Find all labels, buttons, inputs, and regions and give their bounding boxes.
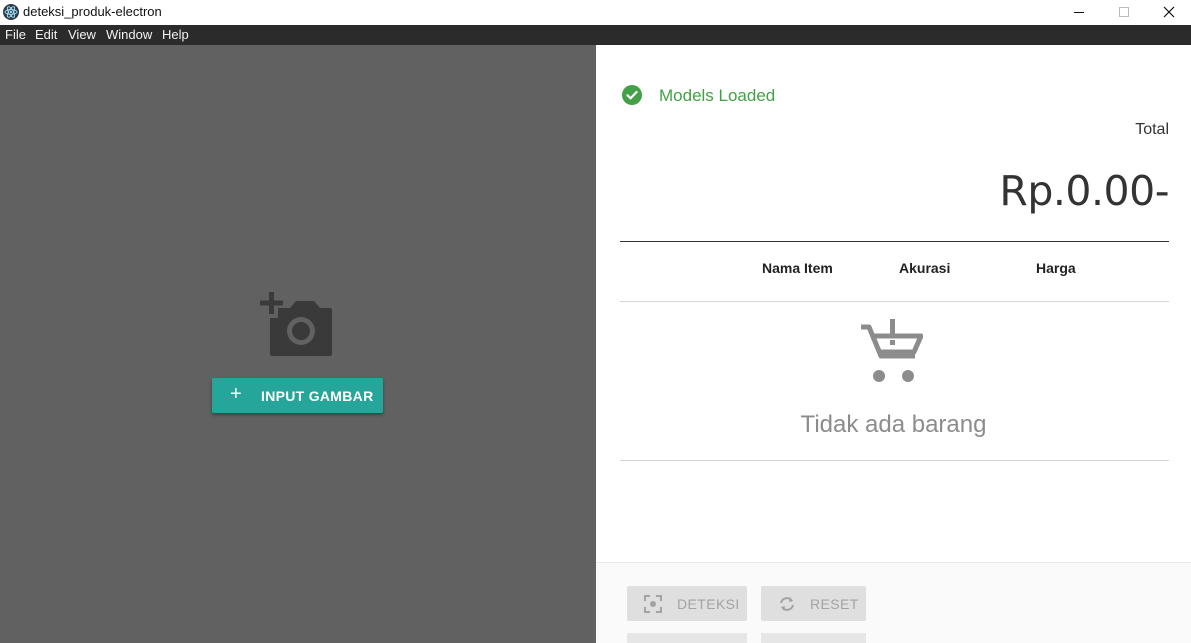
input-gambar-label: INPUT GAMBAR	[261, 388, 374, 404]
minimize-icon	[1074, 12, 1084, 13]
title-bar: deteksi_produk-electron	[0, 0, 1191, 25]
deteksi-label: DETEKSI	[677, 596, 740, 612]
plus-icon: +	[230, 383, 242, 405]
empty-cart-text: Tidak ada barang	[800, 411, 987, 438]
close-button[interactable]	[1146, 0, 1191, 25]
column-header-akurasi: Akurasi	[899, 260, 951, 276]
check-circle-icon	[622, 85, 642, 105]
action-bar: DETEKSI RESET	[596, 563, 1191, 643]
menu-file[interactable]: File	[5, 27, 26, 42]
total-value: Rp.0.00-	[999, 167, 1169, 215]
add-photo-icon	[260, 292, 332, 356]
total-label: Total	[1135, 121, 1169, 138]
column-header-harga: Harga	[1036, 260, 1076, 276]
extra-button-partial[interactable]	[761, 633, 866, 643]
close-icon	[1163, 6, 1175, 18]
result-pane: Models Loaded Total Rp.0.00- Nama Item A…	[596, 45, 1191, 643]
menu-view[interactable]: View	[68, 27, 96, 42]
electron-app-icon	[3, 4, 19, 20]
refresh-icon	[780, 597, 794, 611]
menu-edit[interactable]: Edit	[35, 27, 57, 42]
reset-button[interactable]: RESET	[761, 586, 866, 621]
extra-button-partial[interactable]	[627, 633, 747, 643]
input-gambar-button[interactable]: + INPUT GAMBAR	[212, 378, 383, 413]
column-header-nama-item: Nama Item	[762, 260, 833, 276]
menu-bar: File Edit View Window Help	[0, 25, 1191, 45]
divider	[620, 241, 1169, 242]
table-header-divider	[620, 301, 1169, 302]
deteksi-button[interactable]: DETEKSI	[627, 586, 747, 621]
maximize-icon	[1119, 7, 1129, 17]
maximize-button[interactable]	[1101, 0, 1147, 25]
menu-help[interactable]: Help	[162, 27, 189, 42]
center-focus-icon	[644, 595, 662, 613]
table-bottom-divider	[620, 460, 1169, 461]
menu-window[interactable]: Window	[106, 27, 152, 42]
minimize-button[interactable]	[1056, 0, 1102, 25]
reset-label: RESET	[810, 596, 859, 612]
model-status-text: Models Loaded	[659, 86, 776, 105]
remove-shopping-cart-icon	[861, 319, 923, 382]
window-title: deteksi_produk-electron	[23, 4, 162, 19]
